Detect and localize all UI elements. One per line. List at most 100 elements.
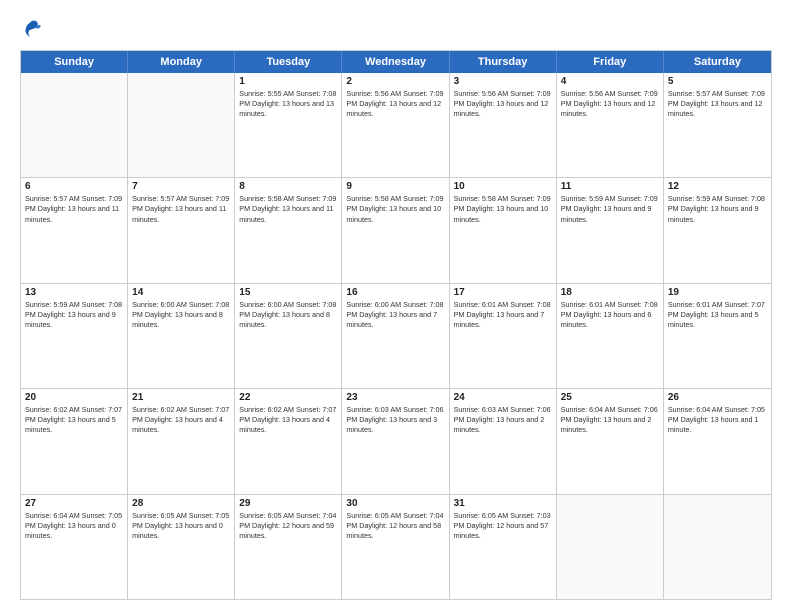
day-number: 9 xyxy=(346,181,444,192)
day-info: Sunrise: 6:02 AM Sunset: 7:07 PM Dayligh… xyxy=(239,405,337,435)
cal-cell-day-4: 4Sunrise: 5:56 AM Sunset: 7:09 PM Daylig… xyxy=(557,73,664,177)
cal-week-2: 6 Sunrise: 5:57 AM Sunset: 7:09 PM Daylig… xyxy=(21,178,771,283)
cal-cell-day-8: 8Sunrise: 5:58 AM Sunset: 7:09 PM Daylig… xyxy=(235,178,342,282)
cal-cell-day-5: 5Sunrise: 5:57 AM Sunset: 7:09 PM Daylig… xyxy=(664,73,771,177)
day-number: 20 xyxy=(25,392,123,403)
day-info: Sunrise: 5:56 AM Sunset: 7:09 PM Dayligh… xyxy=(454,89,552,119)
cal-week-1: 1Sunrise: 5:55 AM Sunset: 7:08 PM Daylig… xyxy=(21,73,771,178)
day-info: Sunrise: 6:05 AM Sunset: 7:05 PM Dayligh… xyxy=(132,511,230,541)
day-info: Sunrise: 6:02 AM Sunset: 7:07 PM Dayligh… xyxy=(25,405,123,435)
day-number: 4 xyxy=(561,76,659,87)
cal-cell-day-9: 9 Sunrise: 5:58 AM Sunset: 7:09 PM Daylig… xyxy=(342,178,449,282)
day-info: Sunrise: 5:59 AM Sunset: 7:09 PM Dayligh… xyxy=(561,194,659,224)
day-number: 17 xyxy=(454,287,552,298)
cal-cell-day-29: 29Sunrise: 6:05 AM Sunset: 7:04 PM Dayli… xyxy=(235,495,342,599)
cal-cell-day-30: 30 Sunrise: 6:05 AM Sunset: 7:04 PM Dayli… xyxy=(342,495,449,599)
cal-cell-empty-0-1 xyxy=(128,73,235,177)
day-number: 15 xyxy=(239,287,337,298)
cal-cell-day-28: 28 Sunrise: 6:05 AM Sunset: 7:05 PM Dayli… xyxy=(128,495,235,599)
cal-cell-day-17: 17 Sunrise: 6:01 AM Sunset: 7:08 PM Dayli… xyxy=(450,284,557,388)
cal-cell-day-2: 2 Sunrise: 5:56 AM Sunset: 7:09 PM Daylig… xyxy=(342,73,449,177)
cal-cell-day-15: 15 Sunrise: 6:00 AM Sunset: 7:08 PM Dayli… xyxy=(235,284,342,388)
day-info: Sunrise: 6:04 AM Sunset: 7:05 PM Dayligh… xyxy=(668,405,767,435)
cal-cell-day-14: 14 Sunrise: 6:00 AM Sunset: 7:08 PM Dayli… xyxy=(128,284,235,388)
cal-week-3: 13 Sunrise: 5:59 AM Sunset: 7:08 PM Dayli… xyxy=(21,284,771,389)
day-number: 6 xyxy=(25,181,123,192)
day-info: Sunrise: 6:03 AM Sunset: 7:06 PM Dayligh… xyxy=(454,405,552,435)
day-info: Sunrise: 5:58 AM Sunset: 7:09 PM Dayligh… xyxy=(346,194,444,224)
day-number: 7 xyxy=(132,181,230,192)
cal-header-wednesday: Wednesday xyxy=(342,51,449,73)
day-number: 1 xyxy=(239,76,337,87)
day-number: 30 xyxy=(346,498,444,509)
day-number: 2 xyxy=(346,76,444,87)
day-info: Sunrise: 5:57 AM Sunset: 7:09 PM Dayligh… xyxy=(668,89,767,119)
cal-header-monday: Monday xyxy=(128,51,235,73)
cal-cell-empty-4-6 xyxy=(664,495,771,599)
cal-cell-day-24: 24 Sunrise: 6:03 AM Sunset: 7:06 PM Dayli… xyxy=(450,389,557,493)
day-number: 28 xyxy=(132,498,230,509)
calendar: SundayMondayTuesdayWednesdayThursdayFrid… xyxy=(20,50,772,600)
day-number: 29 xyxy=(239,498,337,509)
cal-week-4: 20 Sunrise: 6:02 AM Sunset: 7:07 PM Dayli… xyxy=(21,389,771,494)
page: SundayMondayTuesdayWednesdayThursdayFrid… xyxy=(0,0,792,612)
cal-cell-day-1: 1Sunrise: 5:55 AM Sunset: 7:08 PM Daylig… xyxy=(235,73,342,177)
cal-header-tuesday: Tuesday xyxy=(235,51,342,73)
day-number: 3 xyxy=(454,76,552,87)
header xyxy=(20,18,772,40)
day-number: 14 xyxy=(132,287,230,298)
cal-cell-day-3: 3 Sunrise: 5:56 AM Sunset: 7:09 PM Daylig… xyxy=(450,73,557,177)
logo xyxy=(20,18,46,40)
day-info: Sunrise: 5:59 AM Sunset: 7:08 PM Dayligh… xyxy=(668,194,767,224)
day-info: Sunrise: 6:04 AM Sunset: 7:05 PM Dayligh… xyxy=(25,511,123,541)
day-number: 25 xyxy=(561,392,659,403)
day-number: 13 xyxy=(25,287,123,298)
day-number: 24 xyxy=(454,392,552,403)
cal-cell-day-7: 7 Sunrise: 5:57 AM Sunset: 7:09 PM Daylig… xyxy=(128,178,235,282)
cal-header-sunday: Sunday xyxy=(21,51,128,73)
cal-cell-day-11: 11 Sunrise: 5:59 AM Sunset: 7:09 PM Dayli… xyxy=(557,178,664,282)
day-info: Sunrise: 5:59 AM Sunset: 7:08 PM Dayligh… xyxy=(25,300,123,330)
day-number: 10 xyxy=(454,181,552,192)
day-number: 11 xyxy=(561,181,659,192)
cal-cell-day-31: 31 Sunrise: 6:05 AM Sunset: 7:03 PM Dayli… xyxy=(450,495,557,599)
cal-cell-day-26: 26 Sunrise: 6:04 AM Sunset: 7:05 PM Dayli… xyxy=(664,389,771,493)
day-info: Sunrise: 6:04 AM Sunset: 7:06 PM Dayligh… xyxy=(561,405,659,435)
cal-header-saturday: Saturday xyxy=(664,51,771,73)
cal-header-thursday: Thursday xyxy=(450,51,557,73)
cal-cell-day-22: 22 Sunrise: 6:02 AM Sunset: 7:07 PM Dayli… xyxy=(235,389,342,493)
day-info: Sunrise: 6:02 AM Sunset: 7:07 PM Dayligh… xyxy=(132,405,230,435)
day-info: Sunrise: 5:57 AM Sunset: 7:09 PM Dayligh… xyxy=(132,194,230,224)
day-number: 26 xyxy=(668,392,767,403)
calendar-body: 1Sunrise: 5:55 AM Sunset: 7:08 PM Daylig… xyxy=(21,73,771,599)
day-number: 27 xyxy=(25,498,123,509)
day-number: 31 xyxy=(454,498,552,509)
day-info: Sunrise: 6:00 AM Sunset: 7:08 PM Dayligh… xyxy=(346,300,444,330)
cal-cell-day-20: 20 Sunrise: 6:02 AM Sunset: 7:07 PM Dayli… xyxy=(21,389,128,493)
day-number: 22 xyxy=(239,392,337,403)
day-info: Sunrise: 6:01 AM Sunset: 7:07 PM Dayligh… xyxy=(668,300,767,330)
day-info: Sunrise: 6:01 AM Sunset: 7:08 PM Dayligh… xyxy=(454,300,552,330)
cal-cell-day-23: 23 Sunrise: 6:03 AM Sunset: 7:06 PM Dayli… xyxy=(342,389,449,493)
day-info: Sunrise: 5:56 AM Sunset: 7:09 PM Dayligh… xyxy=(346,89,444,119)
cal-cell-day-18: 18 Sunrise: 6:01 AM Sunset: 7:08 PM Dayli… xyxy=(557,284,664,388)
day-info: Sunrise: 6:01 AM Sunset: 7:08 PM Dayligh… xyxy=(561,300,659,330)
cal-cell-day-16: 16Sunrise: 6:00 AM Sunset: 7:08 PM Dayli… xyxy=(342,284,449,388)
day-info: Sunrise: 6:03 AM Sunset: 7:06 PM Dayligh… xyxy=(346,405,444,435)
day-info: Sunrise: 6:00 AM Sunset: 7:08 PM Dayligh… xyxy=(239,300,337,330)
cal-cell-day-21: 21Sunrise: 6:02 AM Sunset: 7:07 PM Dayli… xyxy=(128,389,235,493)
day-number: 19 xyxy=(668,287,767,298)
day-number: 12 xyxy=(668,181,767,192)
day-info: Sunrise: 6:05 AM Sunset: 7:03 PM Dayligh… xyxy=(454,511,552,541)
day-info: Sunrise: 5:58 AM Sunset: 7:09 PM Dayligh… xyxy=(239,194,337,224)
day-info: Sunrise: 6:00 AM Sunset: 7:08 PM Dayligh… xyxy=(132,300,230,330)
day-number: 23 xyxy=(346,392,444,403)
day-number: 18 xyxy=(561,287,659,298)
day-info: Sunrise: 6:05 AM Sunset: 7:04 PM Dayligh… xyxy=(346,511,444,541)
cal-cell-day-25: 25 Sunrise: 6:04 AM Sunset: 7:06 PM Dayli… xyxy=(557,389,664,493)
cal-cell-day-10: 10Sunrise: 5:58 AM Sunset: 7:09 PM Dayli… xyxy=(450,178,557,282)
cal-cell-empty-4-5 xyxy=(557,495,664,599)
cal-cell-day-12: 12 Sunrise: 5:59 AM Sunset: 7:08 PM Dayli… xyxy=(664,178,771,282)
cal-cell-day-19: 19 Sunrise: 6:01 AM Sunset: 7:07 PM Dayli… xyxy=(664,284,771,388)
cal-week-5: 27 Sunrise: 6:04 AM Sunset: 7:05 PM Dayli… xyxy=(21,495,771,599)
